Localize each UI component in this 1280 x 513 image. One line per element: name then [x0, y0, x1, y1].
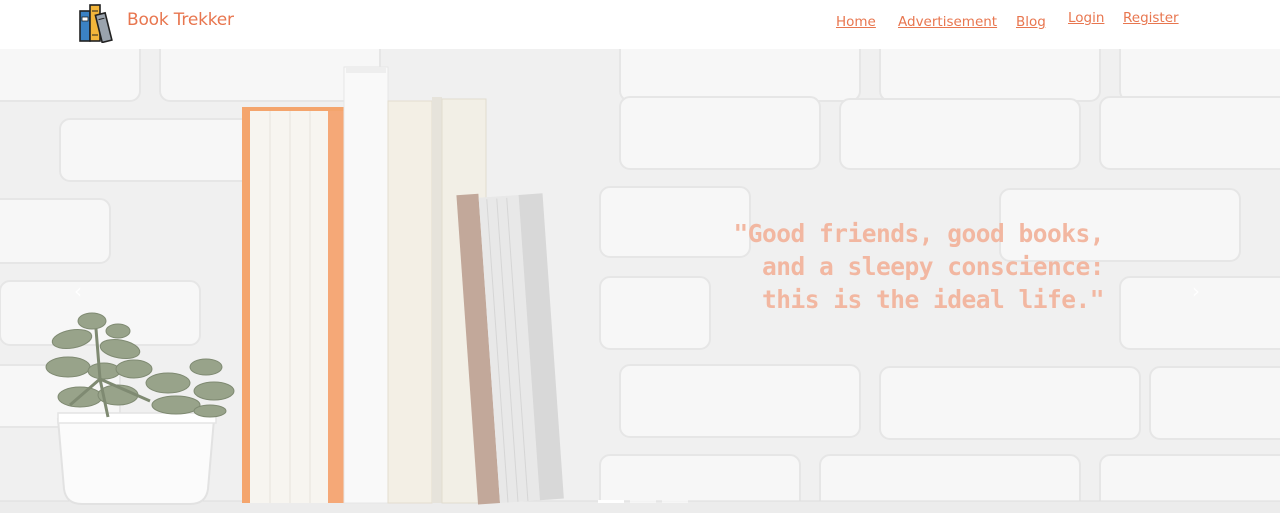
books-icon	[79, 4, 113, 43]
nav-blog-link[interactable]: Blog	[1016, 14, 1046, 30]
quote-line: "Good friends, good books,	[733, 219, 1104, 248]
nav-home-link[interactable]: Home	[836, 14, 876, 30]
brand-link[interactable]: Book Trekker	[78, 3, 234, 43]
carousel-indicators	[598, 500, 688, 503]
carousel-indicator[interactable]	[662, 500, 688, 503]
carousel-indicator[interactable]	[630, 500, 656, 503]
nav-register-link[interactable]: Register	[1123, 10, 1179, 26]
carousel-indicator[interactable]	[598, 500, 624, 503]
chevron-left-icon: ‹	[74, 279, 82, 303]
nav-login-link[interactable]: Login	[1068, 10, 1104, 26]
hero-carousel: "Good friends, good books, and a sleepy …	[0, 49, 1280, 513]
carousel-next-button[interactable]: ›	[1186, 277, 1206, 305]
nav-advertisement-link[interactable]: Advertisement	[898, 14, 997, 30]
hero-quote: "Good friends, good books, and a sleepy …	[544, 217, 1104, 316]
carousel-prev-button[interactable]: ‹	[68, 277, 88, 305]
quote-line: and a sleepy conscience:	[761, 252, 1105, 281]
chevron-right-icon: ›	[1192, 279, 1200, 303]
quote-line: this is the ideal life."	[761, 285, 1105, 314]
navbar: Book Trekker Home Advertisement Blog Log…	[0, 0, 1280, 49]
brand-name[interactable]: Book Trekker	[127, 10, 234, 30]
